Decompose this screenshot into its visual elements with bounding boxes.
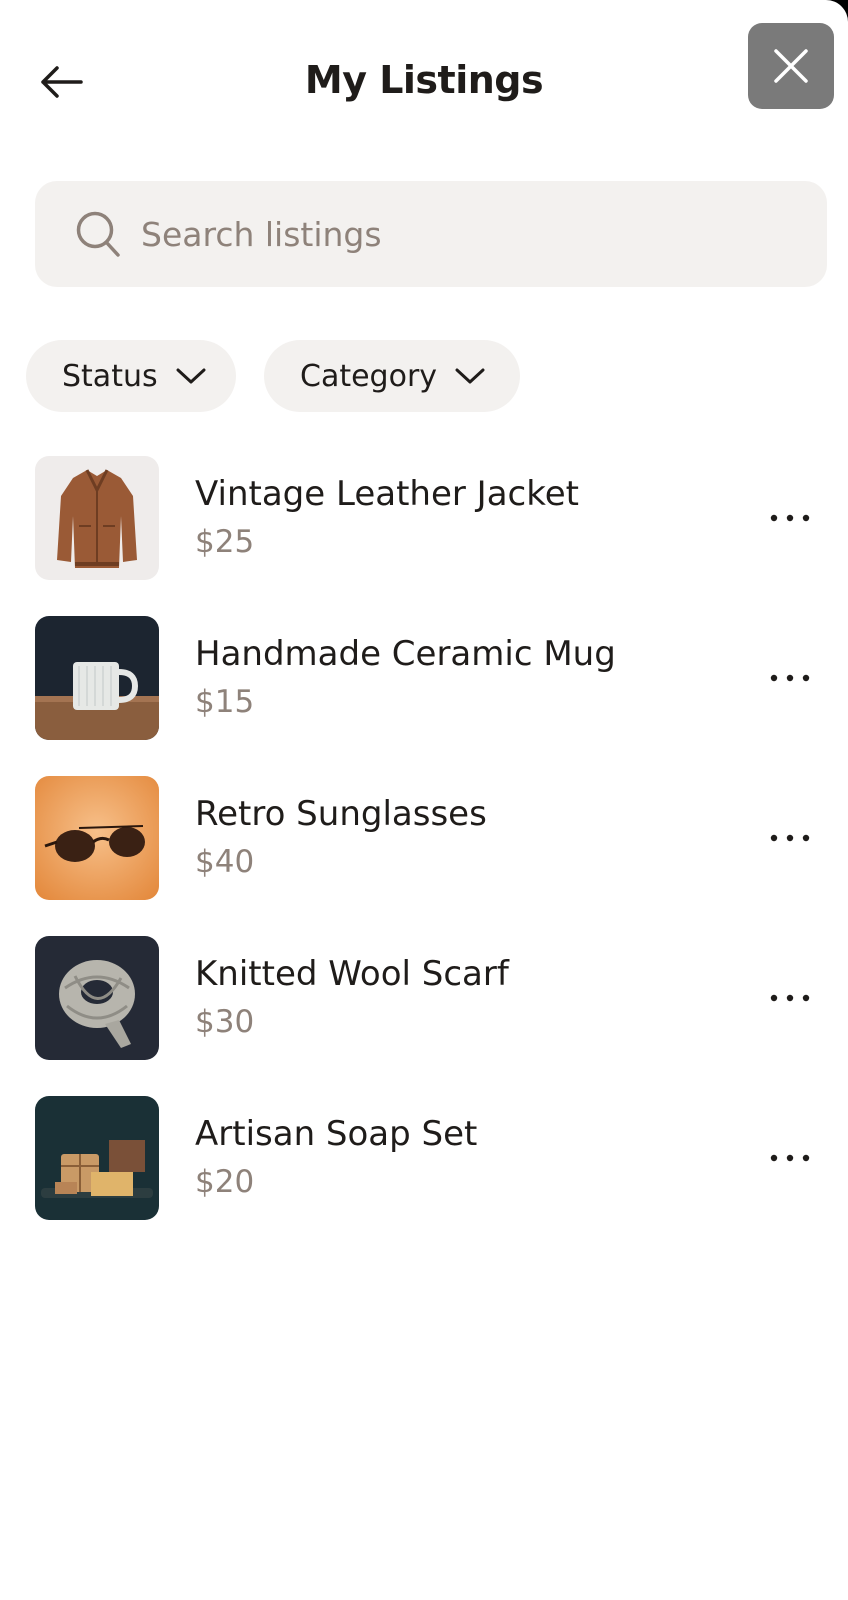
more-horizontal-icon (770, 994, 810, 1002)
listing-item[interactable]: Retro Sunglasses $40 (35, 776, 827, 900)
more-horizontal-icon (770, 514, 810, 522)
listing-price: $20 (195, 1164, 255, 1200)
wool-scarf-photo (35, 936, 159, 1060)
listing-title: Knitted Wool Scarf (195, 954, 509, 994)
status-filter-label: Status (62, 358, 158, 394)
screen-corner (824, 0, 848, 24)
more-horizontal-icon (770, 674, 810, 682)
more-options-button[interactable] (765, 1140, 815, 1176)
listing-title: Artisan Soap Set (195, 1114, 478, 1154)
listing-item[interactable]: Vintage Leather Jacket $25 (35, 456, 827, 580)
search-bar[interactable] (35, 181, 827, 287)
listing-price: $40 (195, 844, 255, 880)
category-filter-label: Category (300, 358, 438, 394)
listing-price: $30 (195, 1004, 255, 1040)
more-options-button[interactable] (765, 660, 815, 696)
ceramic-mug-photo (35, 616, 159, 740)
soap-set-photo (35, 1096, 159, 1220)
more-options-button[interactable] (765, 980, 815, 1016)
more-options-button[interactable] (765, 500, 815, 536)
close-button[interactable] (748, 23, 834, 109)
more-horizontal-icon (770, 834, 810, 842)
listing-item[interactable]: Artisan Soap Set $20 (35, 1096, 827, 1220)
category-filter[interactable]: Category (264, 340, 520, 412)
more-options-button[interactable] (765, 820, 815, 856)
listing-item[interactable]: Knitted Wool Scarf $30 (35, 936, 827, 1060)
listing-title: Handmade Ceramic Mug (195, 634, 616, 674)
close-icon (774, 49, 808, 83)
listing-price: $15 (195, 684, 255, 720)
sunglasses-photo (35, 776, 159, 900)
listings-screen: My Listings Status Category (0, 0, 848, 1600)
page-title: My Listings (304, 58, 544, 102)
chevron-down-icon (455, 366, 485, 386)
search-icon (73, 209, 123, 259)
more-horizontal-icon (770, 1154, 810, 1162)
listing-title: Retro Sunglasses (195, 794, 487, 834)
listing-price: $25 (195, 524, 255, 560)
status-filter[interactable]: Status (26, 340, 236, 412)
listing-title: Vintage Leather Jacket (195, 474, 579, 514)
listing-item[interactable]: Handmade Ceramic Mug $15 (35, 616, 827, 740)
leather-jacket-photo (35, 456, 159, 580)
search-input[interactable] (141, 214, 701, 254)
chevron-down-icon (176, 366, 206, 386)
